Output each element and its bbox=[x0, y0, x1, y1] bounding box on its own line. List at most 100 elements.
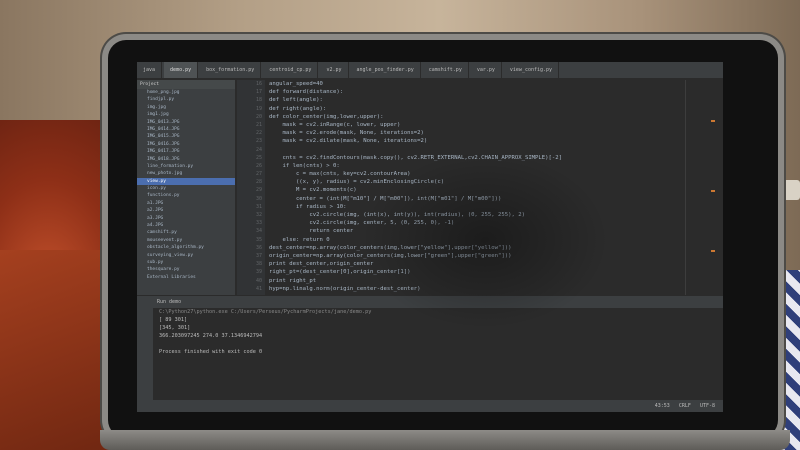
line-number: 20 bbox=[255, 113, 262, 120]
editor-tab[interactable]: box_formation.py bbox=[200, 62, 262, 78]
code-line[interactable]: def forward(distance): bbox=[265, 88, 723, 96]
project-tree-item[interactable]: functions.py bbox=[137, 192, 235, 199]
line-number: 32 bbox=[255, 212, 262, 218]
project-tree-item[interactable]: surveying_view.py bbox=[137, 252, 235, 259]
code-line[interactable]: right_pt=(dest_center[0],origin_center[1… bbox=[265, 268, 723, 276]
code-line[interactable]: else: return 0 bbox=[265, 236, 723, 244]
run-tool-bar[interactable]: Run demo bbox=[137, 296, 723, 308]
project-tree-item[interactable]: IMG_0414.JPG bbox=[137, 126, 235, 133]
project-tree-item[interactable]: a3.JPG bbox=[137, 215, 235, 222]
code-line[interactable] bbox=[265, 146, 723, 154]
code-line[interactable]: mask = cv2.dilate(mask, None, iterations… bbox=[265, 137, 723, 145]
code-line[interactable]: if radius > 10: bbox=[265, 203, 723, 211]
project-tree-item[interactable]: IMG_0417.JPG bbox=[137, 148, 235, 155]
run-label: Run bbox=[157, 299, 167, 305]
code-line[interactable]: def color_center(img,lower,upper): bbox=[265, 113, 723, 121]
code-line[interactable]: cv2.circle(img, (int(x), int(y)), int(ra… bbox=[265, 211, 723, 219]
line-number: 35 bbox=[255, 236, 262, 243]
cursor-position[interactable]: 43:53 bbox=[655, 403, 670, 409]
line-number: 34 bbox=[255, 228, 262, 235]
console-command: C:\Python27\python.exe C:/Users/Perseus/… bbox=[159, 309, 372, 315]
code-line[interactable]: print dest_center,origin_center bbox=[265, 260, 723, 268]
line-number: 36 bbox=[255, 244, 262, 251]
code-editor[interactable]: angular_speed=40 def forward(distance): de… bbox=[265, 80, 723, 295]
code-line[interactable]: origin_center=np.array(color_centers(img… bbox=[265, 252, 723, 260]
code-line[interactable]: mask = cv2.erode(mask, None, iterations=… bbox=[265, 129, 723, 137]
code-line[interactable]: def left(angle): bbox=[265, 96, 723, 104]
line-number: 21 bbox=[255, 121, 262, 128]
editor-tab[interactable]: view_config.py bbox=[504, 62, 560, 78]
project-panel-header: Project bbox=[137, 80, 235, 89]
editor-tab-bar: java demo.py box_formation.py centroid_cp.p… bbox=[137, 62, 723, 78]
editor-tab[interactable]: demo.py bbox=[164, 62, 199, 78]
code-line[interactable]: return center bbox=[265, 227, 723, 235]
code-line[interactable]: mask = cv2.inRange(c, lower, upper) bbox=[265, 121, 723, 129]
line-number: 31 bbox=[255, 203, 262, 210]
line-number: 28 bbox=[255, 179, 262, 186]
project-tree-item[interactable]: view.py bbox=[137, 177, 235, 186]
project-tree-item[interactable]: home_png.jpg bbox=[137, 89, 235, 96]
code-line[interactable]: center = (int(M["m10"] / M["m00"]), int(… bbox=[265, 195, 723, 203]
line-number: 26 bbox=[255, 162, 262, 169]
editor-tab[interactable]: centroid_cp.py bbox=[263, 62, 319, 78]
code-line[interactable]: c = max(cnts, key=cv2.contourArea) bbox=[265, 170, 723, 178]
line-number: 17 bbox=[255, 89, 262, 96]
line-separator[interactable]: CRLF bbox=[679, 403, 691, 409]
line-number: 25 bbox=[255, 154, 262, 161]
project-tree-item[interactable]: camshift.py bbox=[137, 229, 235, 236]
project-tree-item[interactable]: mouseevent.py bbox=[137, 237, 235, 244]
project-tree-item[interactable]: a1.JPG bbox=[137, 200, 235, 207]
error-stripe-mark[interactable] bbox=[711, 250, 715, 252]
code-line[interactable]: angular_speed=40 bbox=[265, 80, 723, 88]
editor-tab[interactable]: java bbox=[137, 62, 163, 78]
code-line[interactable]: M = cv2.moments(c) bbox=[265, 186, 723, 194]
project-tree-item[interactable]: IMG_0418.JPG bbox=[137, 156, 235, 163]
project-tree-item[interactable]: IMG_0416.JPG bbox=[137, 141, 235, 148]
line-number: 18 bbox=[255, 97, 262, 104]
project-tree-item[interactable]: icon.py bbox=[137, 185, 235, 192]
editor-tab[interactable]: v2.py bbox=[320, 62, 349, 78]
console-output-line: [ 89 301] bbox=[159, 317, 188, 323]
project-tree-item[interactable]: IMG_0413.JPG bbox=[137, 119, 235, 126]
code-line[interactable]: print right_pt bbox=[265, 277, 723, 285]
line-number: 19 bbox=[255, 105, 262, 112]
code-line[interactable]: if len(cnts) > 0: bbox=[265, 162, 723, 170]
project-tree-item[interactable]: a2.JPG bbox=[137, 207, 235, 214]
line-number: 39 bbox=[255, 269, 262, 276]
code-line[interactable]: dest_center=np.array(color_centers(img,l… bbox=[265, 244, 723, 252]
line-number: 27 bbox=[255, 171, 262, 178]
line-number: 22 bbox=[255, 130, 262, 137]
project-tree-item[interactable]: External Libraries bbox=[137, 274, 235, 281]
project-tree-item[interactable]: IMG_0415.JPG bbox=[137, 133, 235, 140]
project-tree-item[interactable]: thesquare.py bbox=[137, 266, 235, 273]
project-tree-item[interactable]: new_photo.jpg bbox=[137, 170, 235, 177]
code-line[interactable]: cnts = cv2.findContours(mask.copy(), cv2… bbox=[265, 154, 723, 162]
project-tree-item[interactable]: findjpl.py bbox=[137, 96, 235, 103]
right-margin-guide bbox=[685, 80, 686, 295]
run-config[interactable]: demo bbox=[169, 299, 181, 305]
code-line[interactable]: hyp=np.linalg.norm(origin_center-dest_ce… bbox=[265, 285, 723, 293]
line-number: 37 bbox=[255, 252, 262, 259]
error-stripe-mark[interactable] bbox=[711, 120, 715, 122]
code-line[interactable]: def right(angle): bbox=[265, 105, 723, 113]
project-tree-item[interactable]: obstacle_algorithm.py bbox=[137, 244, 235, 251]
code-line[interactable]: ((x, y), radius) = cv2.minEnclosingCircl… bbox=[265, 178, 723, 186]
line-number: 24 bbox=[255, 146, 262, 153]
editor-tab[interactable]: angle_pos_finder.py bbox=[351, 62, 421, 78]
editor-tab[interactable]: camshift.py bbox=[423, 62, 469, 78]
error-stripe-mark[interactable] bbox=[711, 190, 715, 192]
run-console[interactable]: C:\Python27\python.exe C:/Users/Perseus/… bbox=[137, 308, 723, 400]
file-encoding[interactable]: UTF-8 bbox=[700, 403, 715, 409]
console-output-line: [345, 301] bbox=[159, 325, 191, 331]
project-tree-item[interactable]: sub.py bbox=[137, 259, 235, 266]
project-tree-item[interactable]: img.jpg bbox=[137, 104, 235, 111]
line-number: 33 bbox=[255, 220, 262, 227]
code-line[interactable]: cv2.circle(img, center, 5, (0, 255, 0), … bbox=[265, 219, 723, 227]
project-tree-item[interactable]: line_formation.py bbox=[137, 163, 235, 170]
console-output-line: 366.203097245 274.0 37.1346942794 bbox=[159, 333, 263, 339]
project-tree-item[interactable]: img1.jpg bbox=[137, 111, 235, 118]
project-tree-item[interactable]: a4.JPG bbox=[137, 222, 235, 229]
editor-tab[interactable]: var.py bbox=[471, 62, 502, 78]
project-panel: Project home_png.jpg findjpl.py img.jpg img… bbox=[137, 80, 235, 295]
line-number: 38 bbox=[255, 261, 262, 268]
